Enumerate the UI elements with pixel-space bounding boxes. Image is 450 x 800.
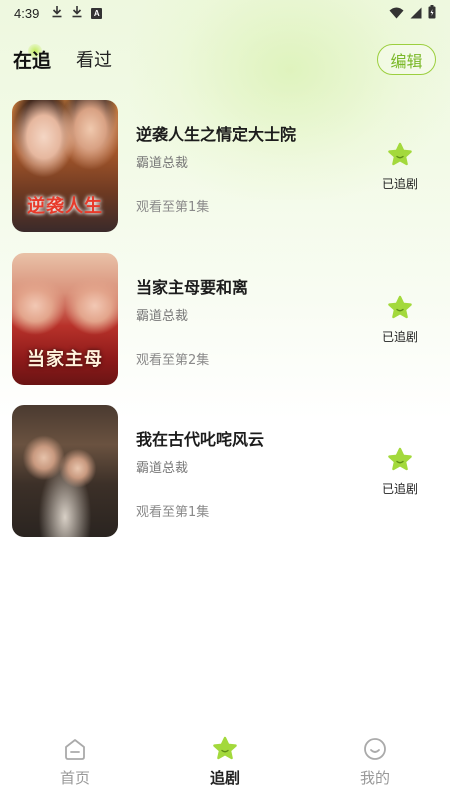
poster-image[interactable]: 逆袭人生 — [12, 100, 118, 232]
nav-label: 首页 — [59, 769, 90, 787]
nav-home[interactable]: 首页 — [35, 736, 115, 792]
drama-genre-tag: 霸道总裁 — [136, 309, 189, 324]
follow-toggle[interactable]: 已追剧 — [374, 142, 426, 192]
status-bar: 4:39 A — [0, 0, 450, 26]
drama-title[interactable]: 当家主母要和离 — [136, 274, 248, 298]
nav-label: 追剧 — [209, 769, 240, 787]
watch-progress: 观看至第1集 — [136, 200, 210, 215]
follow-toggle[interactable]: 已追剧 — [374, 447, 426, 497]
nav-following[interactable]: 追剧 — [185, 736, 265, 792]
poster-title-art: 逆袭人生 — [27, 196, 103, 217]
star-icon — [213, 736, 237, 760]
download-icon — [51, 5, 63, 21]
watch-progress: 观看至第2集 — [136, 353, 210, 368]
follow-status-label: 已追剧 — [381, 177, 418, 191]
star-icon — [388, 447, 412, 471]
follow-status-label: 已追剧 — [381, 482, 418, 496]
bottom-navigation: 首页 追剧 我的 — [0, 730, 450, 800]
drama-title[interactable]: 逆袭人生之情定大士院 — [136, 121, 296, 145]
poster-image[interactable]: 当家主母 — [12, 253, 118, 385]
drama-title[interactable]: 我在古代叱咤风云 — [136, 426, 264, 450]
smile-face-icon — [364, 738, 386, 760]
tab-following[interactable]: 在追 — [13, 46, 51, 73]
watch-progress: 观看至第1集 — [136, 505, 210, 520]
status-time: 4:39 — [14, 5, 40, 21]
edit-button[interactable]: 编辑 — [377, 44, 436, 75]
list-item[interactable]: 逆袭人生 逆袭人生之情定大士院 霸道总裁 观看至第1集 已追剧 — [0, 100, 450, 234]
status-system-icons — [389, 4, 436, 23]
nav-label: 我的 — [359, 769, 390, 787]
status-notifications: A — [51, 5, 103, 21]
list-item[interactable]: 当家主母 当家主母要和离 霸道总裁 观看至第2集 已追剧 — [0, 253, 450, 387]
signal-icon — [410, 4, 422, 23]
tab-watched[interactable]: 看过 — [76, 46, 112, 72]
star-icon — [388, 295, 412, 319]
follow-status-label: 已追剧 — [381, 330, 418, 344]
battery-icon — [428, 4, 436, 23]
nav-profile[interactable]: 我的 — [335, 736, 415, 792]
poster-image[interactable] — [12, 405, 118, 537]
home-icon — [65, 739, 85, 760]
top-tab-bar: 在追 看过 编辑 — [0, 40, 450, 80]
star-icon — [388, 142, 412, 166]
poster-title-art: 当家主母 — [27, 349, 103, 370]
drama-genre-tag: 霸道总裁 — [136, 156, 189, 171]
app-notification-icon: A — [91, 7, 103, 19]
list-item[interactable]: 我在古代叱咤风云 霸道总裁 观看至第1集 已追剧 — [0, 405, 450, 539]
wifi-icon — [389, 4, 404, 23]
drama-genre-tag: 霸道总裁 — [136, 461, 189, 476]
download-icon — [71, 5, 83, 21]
follow-toggle[interactable]: 已追剧 — [374, 295, 426, 345]
